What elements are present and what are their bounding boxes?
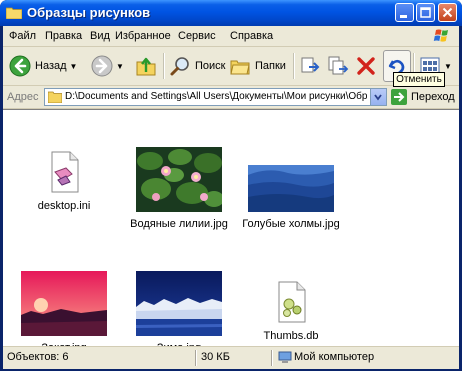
menu-edit[interactable]: Правка [45,30,82,42]
address-path: D:\Documents and Settings\All Users\Доку… [65,91,367,102]
file-item[interactable]: Зима.jpg [127,271,231,354]
address-label: Адрес [7,91,39,103]
close-icon [442,7,453,18]
file-name: Thumbs.db [263,330,319,342]
go-label: Переход [411,91,455,103]
window-frame: Файл Правка Вид Избранное Сервис Справка… [3,26,459,369]
go-arrow-icon [391,89,407,105]
folder-icon [48,91,62,103]
up-folder-button[interactable] [135,52,157,80]
file-name: Голубые холмы.jpg [242,218,340,230]
file-item[interactable]: Закат.jpg [12,271,116,354]
undo-tooltip: Отменить [393,72,445,87]
chevron-down-icon [374,94,382,101]
minimize-button[interactable] [395,3,414,22]
ini-file-icon [44,150,84,194]
back-button[interactable]: Назад ▼ [9,52,77,80]
address-bar: Адрес D:\Documents and Settings\All User… [3,86,459,109]
search-label: Поиск [195,60,226,72]
windows-logo-icon [428,26,456,46]
toolbar-separator [293,53,295,79]
search-button[interactable]: Поиск [169,52,225,80]
delete-icon [357,57,375,75]
menu-help[interactable]: Справка [230,30,273,42]
back-arrow-icon [9,55,31,77]
sunset-thumbnail [21,271,107,336]
blue-hills-thumbnail [248,147,334,212]
toolbar-separator [163,53,165,79]
my-computer-icon [278,351,292,363]
file-name: desktop.ini [37,200,91,212]
move-to-icon [301,57,320,73]
maximize-icon [420,7,431,18]
explorer-window: Образцы рисунков Файл Правка Вид Избранн… [0,0,462,371]
file-item[interactable]: Водяные лилии.jpg [127,147,231,230]
file-item[interactable]: Thumbs.db [239,280,343,342]
forward-dropdown-icon[interactable]: ▼ [116,62,124,71]
folders-button[interactable]: Папки [229,52,286,80]
menu-bar: Файл Правка Вид Избранное Сервис Справка [3,26,459,47]
back-dropdown-icon[interactable]: ▼ [70,62,78,71]
file-name: Водяные лилии.jpg [130,218,228,230]
status-size: 30 КБ [201,351,230,363]
file-item[interactable]: Голубые холмы.jpg [239,147,343,230]
go-button[interactable]: Переход [391,88,455,106]
maximize-button[interactable] [416,3,435,22]
copy-to-button[interactable] [327,52,349,80]
views-dropdown-icon[interactable]: ▼ [444,62,452,71]
file-item[interactable]: desktop.ini [12,150,116,212]
close-button[interactable] [438,3,457,22]
menu-tools[interactable]: Сервис [178,30,216,42]
up-folder-icon [136,57,156,76]
status-bar: Объектов: 6 30 КБ Мой компьютер [3,346,459,369]
copy-to-icon [328,56,349,75]
folder-icon [6,7,22,19]
forward-button[interactable]: ▼ [91,52,124,80]
address-input[interactable]: D:\Documents and Settings\All Users\Доку… [44,88,387,106]
toolbar: Назад ▼ ▼ Поиск Папки ▼ [3,47,459,86]
status-divider [195,350,197,366]
thumbs-db-icon [271,280,311,324]
status-location: Мой компьютер [294,351,375,363]
file-list: desktop.ini Водяные лилии.jpg Голубые хо… [3,109,459,354]
water-lilies-thumbnail [136,147,224,212]
move-to-button[interactable] [299,52,321,80]
status-divider [271,350,273,366]
forward-arrow-icon [91,55,113,77]
winter-thumbnail [136,271,222,336]
title-bar[interactable]: Образцы рисунков [0,0,462,26]
folders-icon [230,60,250,75]
menu-view[interactable]: Вид [90,30,110,42]
search-icon [170,57,189,76]
menu-favorites[interactable]: Избранное [115,30,171,42]
minimize-icon [400,15,407,18]
back-label: Назад [35,60,67,72]
address-dropdown-button[interactable] [370,89,386,105]
status-object-count: Объектов: 6 [7,351,69,363]
menu-file[interactable]: Файл [9,30,36,42]
delete-button[interactable] [355,52,377,80]
folders-label: Папки [255,60,286,72]
window-title: Образцы рисунков [27,5,151,20]
